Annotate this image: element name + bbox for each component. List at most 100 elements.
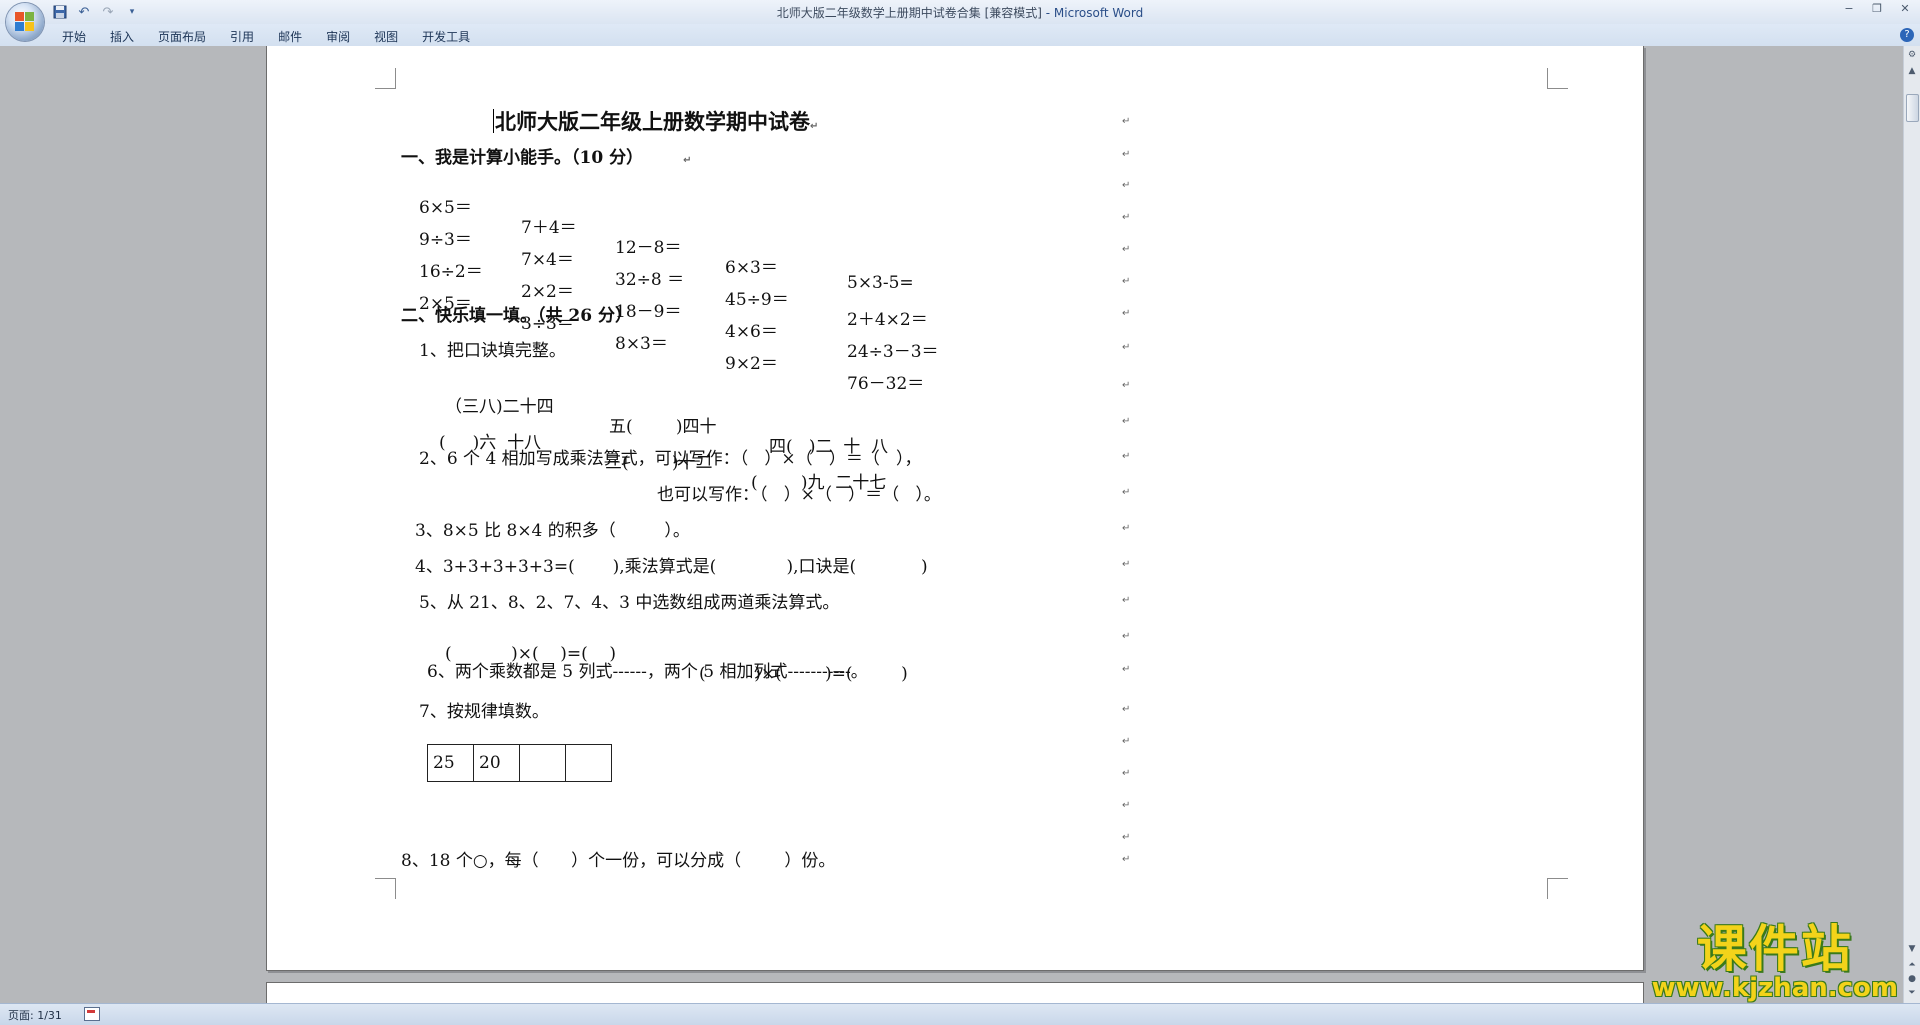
calc-item: 5×3-5=: [847, 273, 914, 293]
document-area[interactable]: 北师大版二年级上册数学期中试卷↵ ↵ 一、我是计算小能手。（10 分） ↵ ↵ 6…: [0, 46, 1904, 1004]
margin-corner-mark: [375, 878, 396, 899]
title-bar: ↶ ↷ ▾ 北师大版二年级数学上册期中试卷合集 [兼容模式] - Microso…: [0, 0, 1920, 25]
paragraph-mark: ↵: [1122, 149, 1131, 160]
paragraph-mark: ↵: [1122, 116, 1131, 127]
margin-corner-mark: [375, 68, 396, 89]
tab-insert[interactable]: 插入: [98, 24, 146, 46]
calc-item: 76－32＝: [847, 374, 925, 394]
paragraph-mark: ↵: [1122, 380, 1131, 391]
office-logo-icon: [15, 12, 35, 32]
question-5: 5、从 21、8、2、7、4、3 中选数组成两道乘法算式。: [419, 593, 840, 613]
scroll-up-icon[interactable]: ▲: [1905, 64, 1919, 78]
calc-item: 32÷8 ＝: [615, 270, 685, 290]
close-button[interactable]: ✕: [1898, 2, 1912, 16]
paragraph-mark: ↵: [1122, 180, 1131, 191]
tab-view[interactable]: 视图: [362, 24, 410, 46]
tab-mailings[interactable]: 邮件: [266, 24, 314, 46]
calc-item: 8×3＝: [615, 334, 668, 354]
text-cursor: [493, 109, 494, 133]
paragraph-mark: ↵: [810, 121, 819, 132]
table-cell[interactable]: [565, 744, 612, 782]
paragraph-mark: ↵: [1122, 487, 1131, 498]
calc-item: 6×3＝: [725, 258, 778, 278]
page-indicator[interactable]: 页面: 1/31: [8, 1007, 62, 1023]
paragraph-mark: ↵: [683, 155, 692, 166]
paragraph-mark: ↵: [1122, 451, 1131, 462]
previous-page-icon[interactable]: ⏶: [1905, 958, 1919, 972]
scroll-down-icon[interactable]: ▼: [1905, 942, 1919, 956]
watermark-text: 课件站: [1696, 920, 1853, 978]
paragraph-mark: ↵: [1122, 308, 1131, 319]
ribbon-tabs: 开始 插入 页面布局 引用 邮件 审阅 视图 开发工具 ?: [0, 24, 1920, 47]
margin-corner-mark: [1547, 68, 1568, 89]
paragraph-mark: ↵: [1122, 631, 1131, 642]
watermark-logo: 课件站 www.kjzhan.com: [1652, 923, 1898, 1001]
document-title: 北师大版二年级上册数学期中试卷↵: [493, 106, 818, 136]
paragraph-mark: ↵: [1122, 800, 1131, 811]
calc-item: 7＋4＝: [521, 218, 577, 238]
paragraph-mark: ↵: [1122, 342, 1131, 353]
question-8: 8、18 个○，每（ ）个一份，可以分成（ ）份。: [401, 851, 836, 871]
word-window: ↶ ↷ ▾ 北师大版二年级数学上册期中试卷合集 [兼容模式] - Microso…: [0, 0, 1920, 1025]
next-page-icon[interactable]: ⏷: [1905, 986, 1919, 1000]
fill-item: 五( )四十: [609, 417, 717, 437]
question-6: 6、两个乘数都是 5 列式------，两个 5 相加列式-----------…: [427, 662, 868, 682]
document-page[interactable]: 北师大版二年级上册数学期中试卷↵ ↵ 一、我是计算小能手。（10 分） ↵ ↵ 6…: [266, 46, 1644, 971]
paragraph-mark: ↵: [1122, 416, 1131, 427]
calc-item: 45÷9＝: [725, 290, 789, 310]
question-7: 7、按规律填数。: [419, 702, 549, 722]
document-title-text: 北师大版二年级上册数学期中试卷: [495, 109, 810, 134]
window-title: 北师大版二年级数学上册期中试卷合集 [兼容模式] - Microsoft Wor…: [0, 4, 1920, 21]
vertical-scrollbar[interactable]: ⚙ ▲ ▼ ⏶ ● ⏷: [1903, 46, 1920, 1004]
tab-review[interactable]: 审阅: [314, 24, 362, 46]
paragraph-mark: ↵: [1122, 523, 1131, 534]
paragraph-mark: ↵: [1122, 768, 1131, 779]
spelling-check-icon[interactable]: [84, 1007, 100, 1021]
table-row: 25 20: [427, 744, 612, 782]
paragraph-mark: ↵: [1122, 704, 1131, 715]
tab-developer[interactable]: 开发工具: [410, 24, 482, 46]
table-cell[interactable]: 25: [427, 744, 474, 782]
ruler-toggle-icon[interactable]: ⚙: [1905, 48, 1919, 62]
question-1: 1、把口诀填完整。: [419, 341, 566, 361]
document-page-2[interactable]: [266, 982, 1644, 1004]
document-body: 北师大版二年级上册数学期中试卷↵ ↵ 一、我是计算小能手。（10 分） ↵ ↵ 6…: [401, 46, 1161, 946]
tab-home[interactable]: 开始: [50, 24, 98, 46]
status-bar: 页面: 1/31: [0, 1003, 1920, 1025]
calc-item: 24÷3－3＝: [847, 342, 939, 362]
tab-references[interactable]: 引用: [218, 24, 266, 46]
question-2b: 也可以写作：（ ）×（ ）＝（ ）。: [657, 485, 941, 505]
paragraph-mark: ↵: [1122, 559, 1131, 570]
section-2-heading: 二、快乐填一填。（共 26 分）: [401, 306, 632, 326]
paragraph-mark: ↵: [1122, 595, 1131, 606]
select-browse-object-icon[interactable]: ●: [1905, 972, 1919, 986]
calc-item: 7×4＝: [521, 250, 574, 270]
paragraph-mark: ↵: [1122, 832, 1131, 843]
scroll-thumb[interactable]: [1906, 94, 1919, 122]
section-1-heading: 一、我是计算小能手。（10 分） ↵: [401, 148, 692, 168]
watermark-url: www.kjzhan.com: [1651, 973, 1898, 1003]
help-icon[interactable]: ?: [1900, 28, 1914, 42]
question-4: 4、3+3+3+3+3=( ),乘法算式是( ),口诀是( ): [415, 557, 928, 577]
table-cell[interactable]: [519, 744, 566, 782]
margin-corner-mark: [1547, 878, 1568, 899]
paragraph-mark: ↵: [1122, 854, 1131, 865]
app-name: - Microsoft Word: [1041, 6, 1144, 20]
calc-item: 12－8＝: [615, 238, 682, 258]
paragraph-mark: ↵: [1122, 276, 1131, 287]
calc-item: 4×6＝: [725, 322, 778, 342]
calc-item: 9×2＝: [725, 354, 778, 374]
minimize-button[interactable]: −: [1842, 2, 1856, 16]
window-controls: − ❐ ✕: [1842, 2, 1912, 16]
document-name: 北师大版二年级数学上册期中试卷合集 [兼容模式]: [776, 6, 1042, 20]
paragraph-mark: ↵: [1122, 736, 1131, 747]
tab-page-layout[interactable]: 页面布局: [146, 24, 218, 46]
sequence-table: 25 20: [427, 744, 612, 782]
paragraph-mark: ↵: [1122, 244, 1131, 255]
calc-item: 2×2＝: [521, 282, 574, 302]
paragraph-mark: ↵: [1122, 212, 1131, 223]
office-button[interactable]: [6, 3, 44, 41]
table-cell[interactable]: 20: [473, 744, 520, 782]
paragraph-mark: ↵: [1122, 664, 1131, 675]
restore-button[interactable]: ❐: [1870, 2, 1884, 16]
